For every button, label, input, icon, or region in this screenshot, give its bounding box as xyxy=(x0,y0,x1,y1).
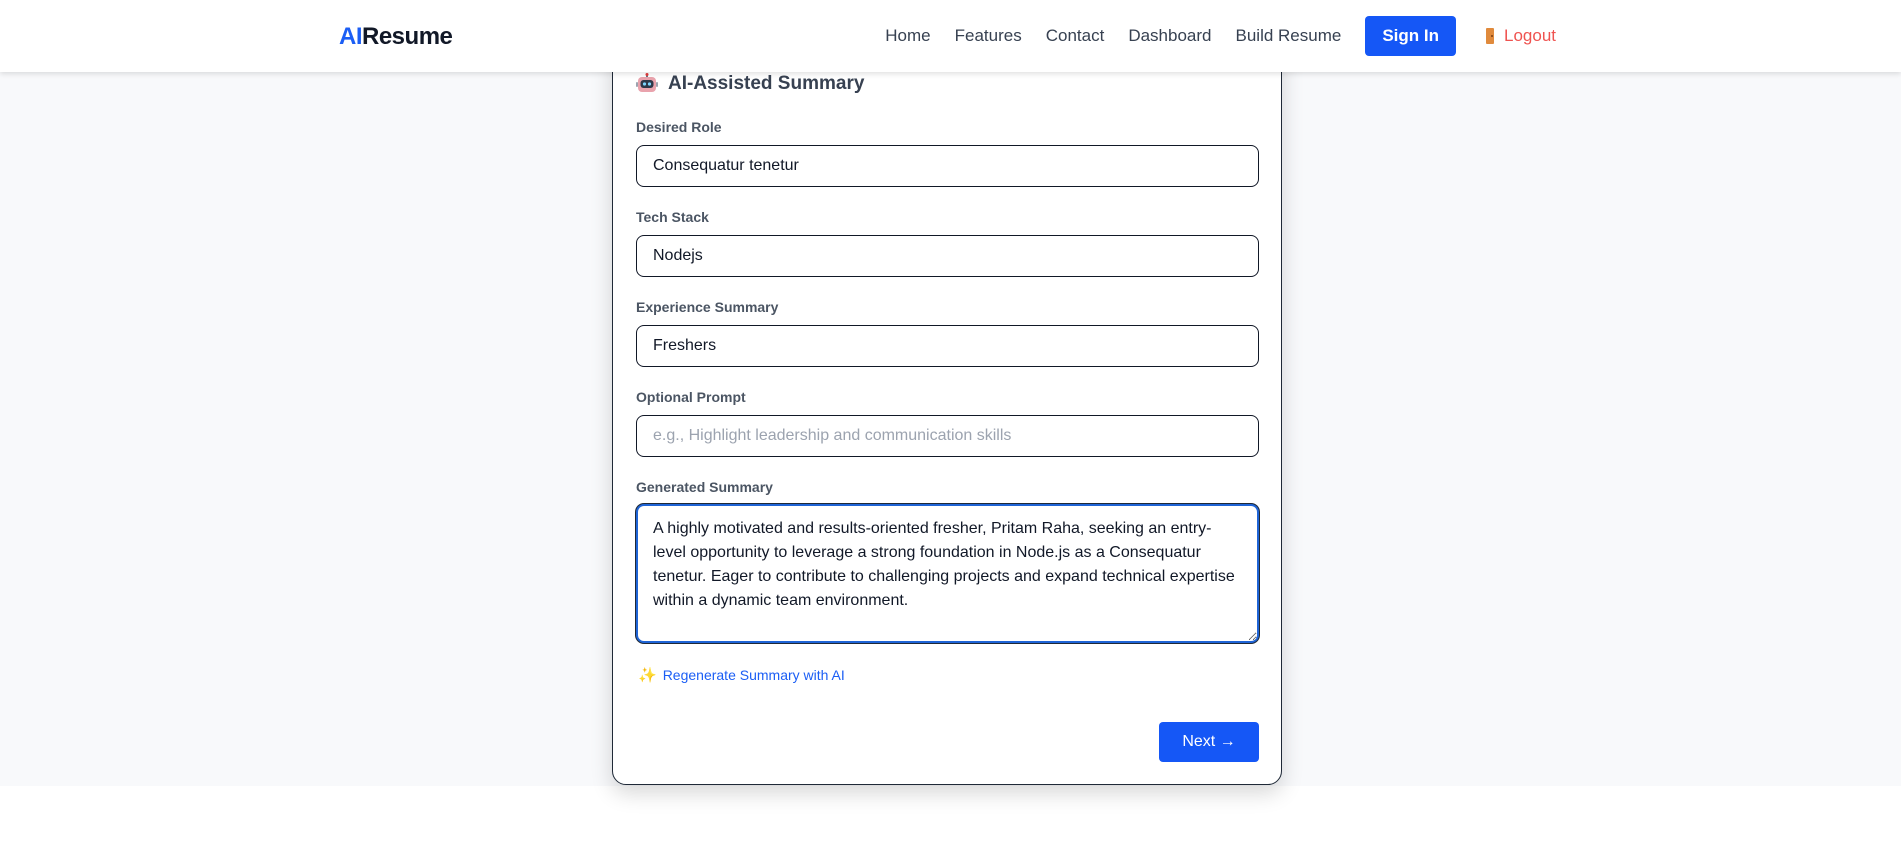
generated-summary-textarea[interactable]: A highly motivated and results-oriented … xyxy=(636,504,1259,643)
next-button[interactable]: Next → xyxy=(1159,722,1259,762)
regenerate-summary-link[interactable]: ✨ Regenerate Summary with AI xyxy=(638,666,845,684)
logout-label: Logout xyxy=(1504,26,1556,45)
nav-link-contact[interactable]: Contact xyxy=(1046,26,1105,46)
nav-link-dashboard[interactable]: Dashboard xyxy=(1128,26,1211,46)
navbar: AIResume Home Features Contact Dashboard… xyxy=(0,0,1901,72)
nav-link-build-resume[interactable]: Build Resume xyxy=(1236,26,1342,46)
tech-stack-input[interactable] xyxy=(636,235,1259,277)
desired-role-label: Desired Role xyxy=(636,119,722,135)
nav-links: Home Features Contact Dashboard Build Re… xyxy=(861,0,1556,72)
nav-link-home[interactable]: Home xyxy=(885,26,930,46)
optional-prompt-label: Optional Prompt xyxy=(636,389,746,405)
experience-summary-label: Experience Summary xyxy=(636,299,779,315)
sparkle-icon: ✨ xyxy=(638,667,657,684)
desired-role-input[interactable] xyxy=(636,145,1259,187)
generated-summary-label: Generated Summary xyxy=(636,479,773,495)
logout-button[interactable]: Logout xyxy=(1486,26,1556,46)
brand-logo[interactable]: AIResume xyxy=(339,22,453,52)
robot-icon xyxy=(636,73,658,92)
section-title: AI-Assisted Summary xyxy=(636,71,864,97)
tech-stack-label: Tech Stack xyxy=(636,209,709,225)
experience-summary-input[interactable] xyxy=(636,325,1259,367)
regenerate-summary-label: Regenerate Summary with AI xyxy=(662,667,845,683)
nav-link-features[interactable]: Features xyxy=(955,26,1022,46)
door-icon xyxy=(1486,28,1494,44)
brand-prefix: AI xyxy=(339,23,363,50)
optional-prompt-input[interactable] xyxy=(636,415,1259,457)
sign-in-button[interactable]: Sign In xyxy=(1365,16,1456,56)
brand-suffix: Resume xyxy=(362,23,453,50)
section-title-text: AI-Assisted Summary xyxy=(668,73,865,94)
